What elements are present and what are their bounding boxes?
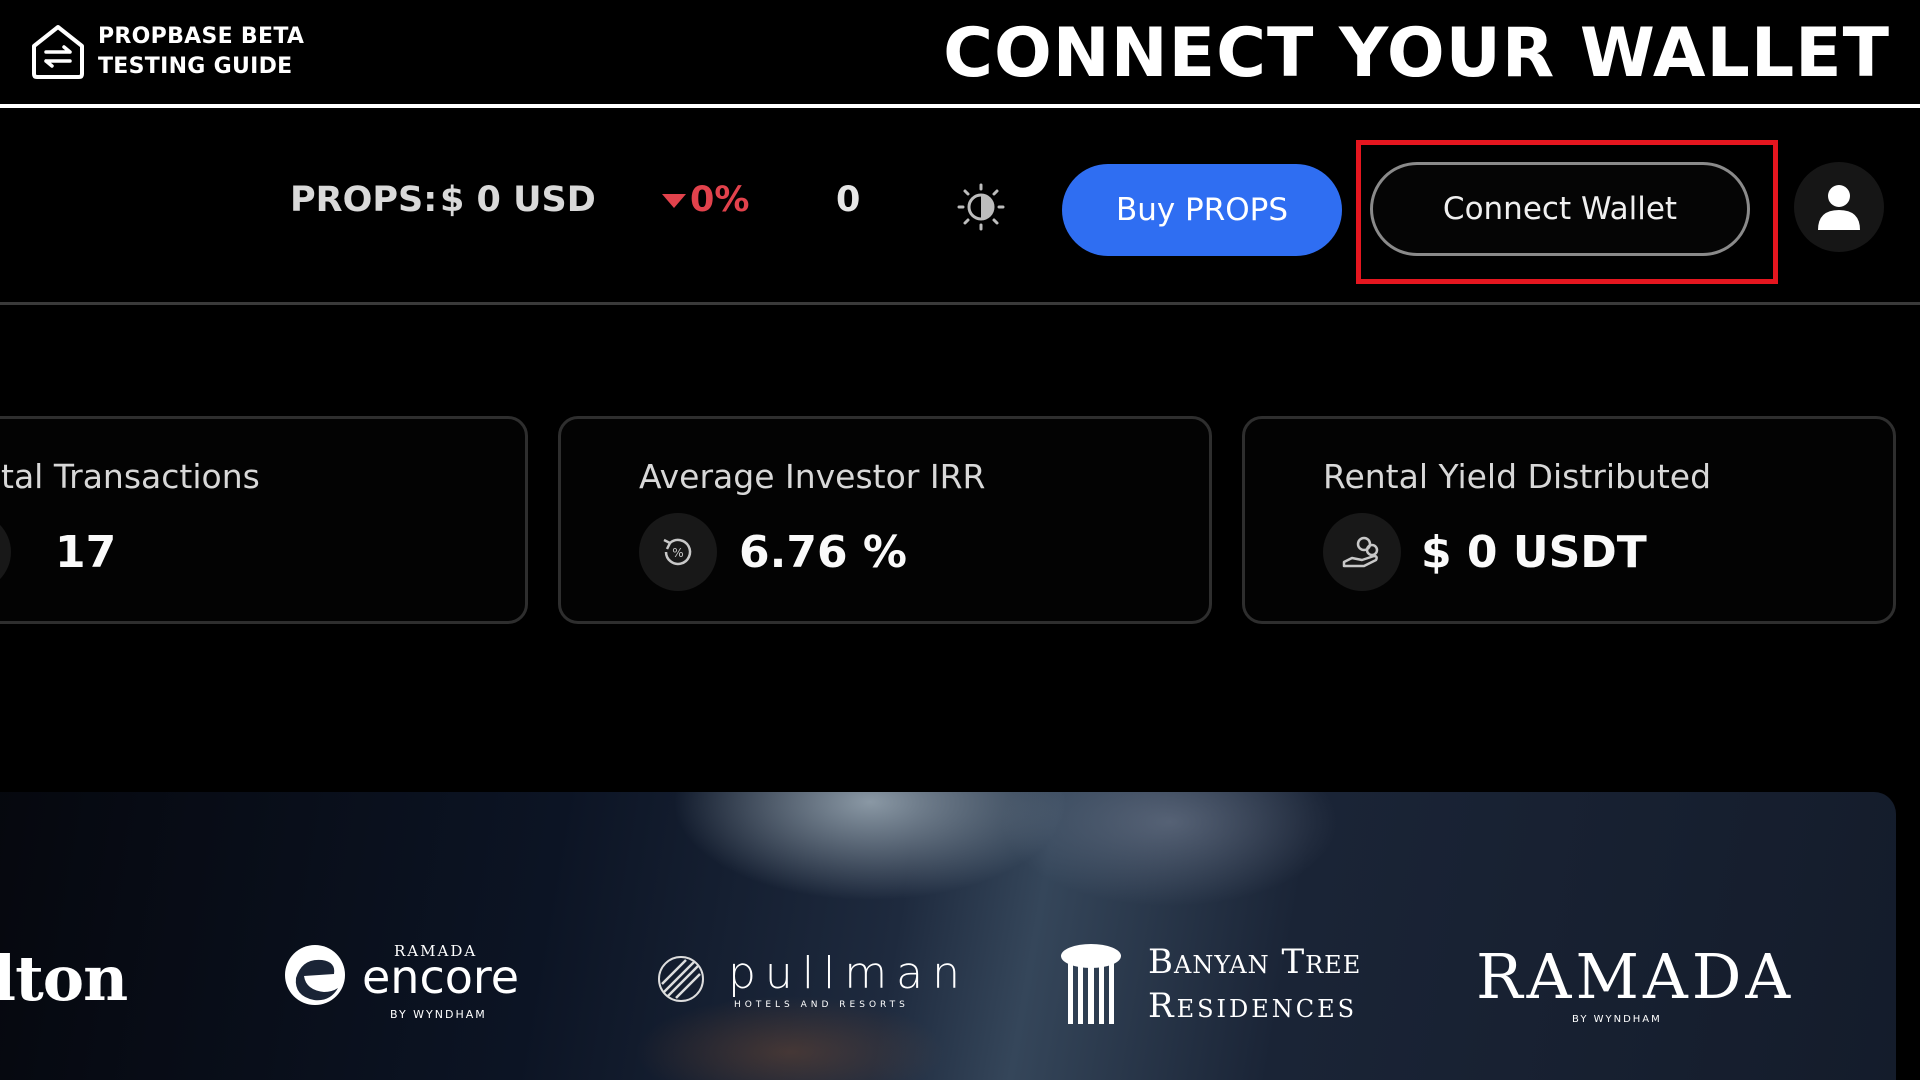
ramada-logo: RAMADA BY WYNDHAM	[1476, 940, 1795, 1025]
guide-brand-line1: PROPBASE BETA	[98, 24, 305, 49]
stat-title: tal Transactions	[1, 457, 260, 496]
encore-main-text: encore	[362, 950, 520, 1004]
stat-card-transactions: tal Transactions 17	[0, 416, 528, 624]
app-topbar: PROPS: $ 0 USD 0% 0 Buy PROPS Connect Wa…	[0, 108, 1920, 305]
stat-value: 6.76 %	[739, 527, 907, 578]
topbar-divider	[0, 302, 1920, 305]
svg-text:%: %	[672, 546, 683, 560]
ramada-main-text: RAMADA	[1476, 940, 1795, 1013]
caret-down-icon	[662, 194, 686, 208]
props-price-label: PROPS:	[290, 180, 438, 220]
stat-value: 17	[55, 527, 117, 578]
propbase-house-icon	[32, 25, 84, 79]
props-price-value: $ 0 USD	[440, 180, 596, 220]
props-balance: 0	[836, 180, 861, 220]
price-change: 0%	[662, 180, 749, 220]
guide-title: CONNECT YOUR WALLET	[943, 14, 1890, 93]
guide-brand-line2: TESTING GUIDE	[98, 54, 293, 79]
theme-toggle-icon[interactable]	[956, 182, 1006, 232]
buy-props-button[interactable]: Buy PROPS	[1062, 164, 1342, 256]
banyan-line1: Banyan Tree	[1148, 942, 1362, 982]
encore-swirl-icon	[285, 945, 345, 1005]
percent-refresh-icon: %	[639, 513, 717, 591]
stat-title: Average Investor IRR	[639, 457, 986, 496]
ramada-by-text: BY WYNDHAM	[1572, 1014, 1662, 1025]
pullman-main-text: pullman	[728, 948, 969, 999]
stat-value: $ 0 USDT	[1421, 527, 1647, 578]
encore-by-text: BY WYNDHAM	[390, 1008, 487, 1021]
transactions-icon	[0, 513, 11, 591]
user-icon	[1818, 185, 1860, 230]
banyan-tree-icon	[1061, 944, 1121, 1024]
hand-coins-icon	[1323, 513, 1401, 591]
pullman-sub-text: HOTELS AND RESORTS	[734, 1000, 909, 1010]
price-change-value: 0%	[690, 180, 750, 220]
stat-card-rental-yield: Rental Yield Distributed $ 0 USDT	[1242, 416, 1896, 624]
user-profile-button[interactable]	[1794, 162, 1884, 252]
banyan-line2: Residences	[1148, 986, 1358, 1026]
connect-wallet-button[interactable]: Connect Wallet	[1370, 162, 1750, 256]
partner-logos-banner: ilton RAMADA encore BY WYNDHAM pullman H…	[0, 792, 1896, 1080]
stat-title: Rental Yield Distributed	[1323, 457, 1712, 496]
pullman-globe-icon	[658, 956, 704, 1002]
stat-card-irr: Average Investor IRR % 6.76 %	[558, 416, 1212, 624]
hilton-logo: ilton	[0, 942, 128, 1015]
guide-brand: PROPBASE BETA TESTING GUIDE	[98, 22, 304, 82]
guide-header: PROPBASE BETA TESTING GUIDE CONNECT YOUR…	[0, 0, 1920, 108]
